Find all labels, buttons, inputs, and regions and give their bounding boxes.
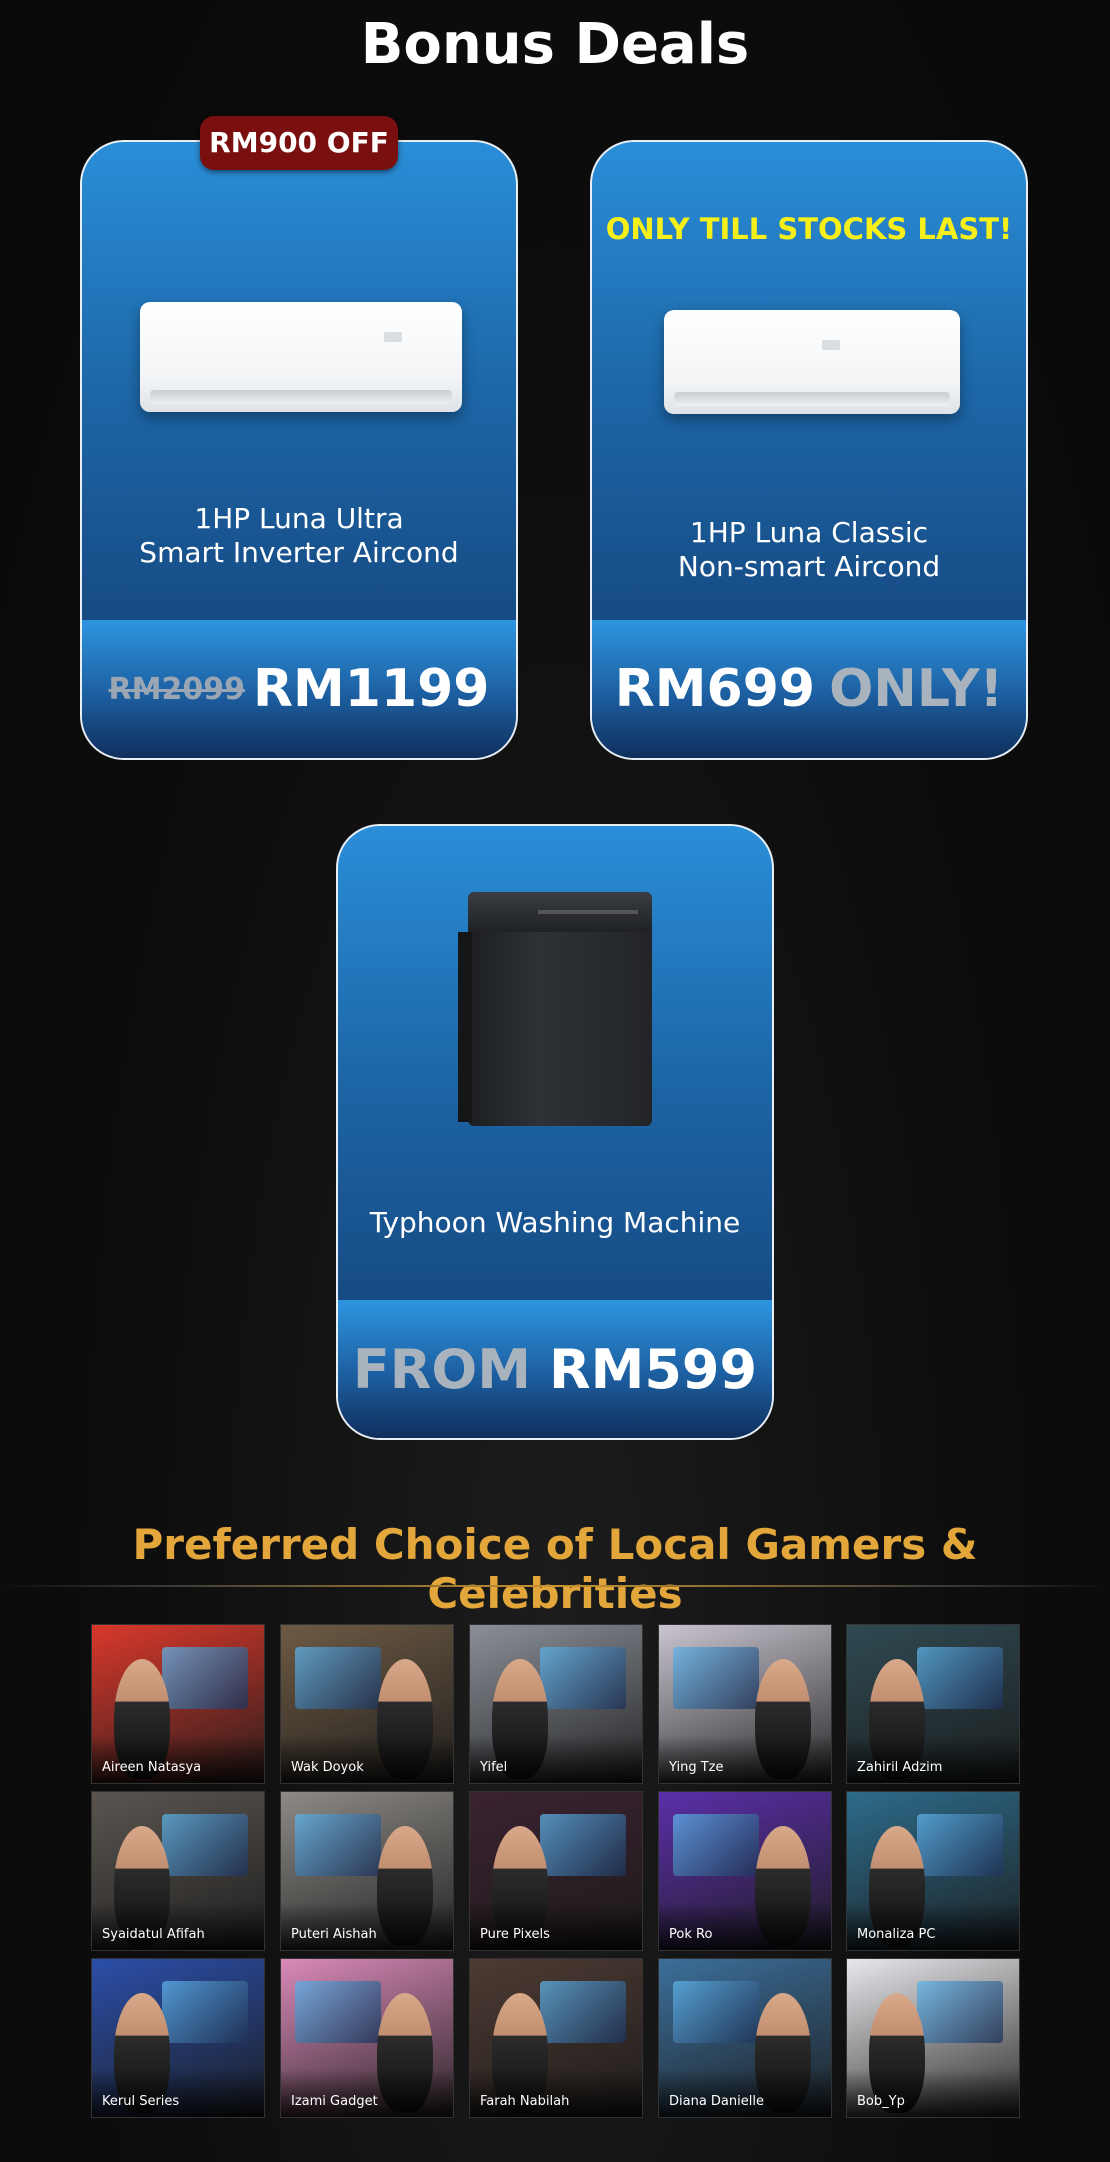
celebrity-name: Kerul Series — [102, 2094, 180, 2109]
section-title: Preferred Choice of Local Gamers & Celeb… — [132, 1520, 978, 1618]
celebrity-name: Farah Nabilah — [480, 2094, 570, 2109]
celebrity-name: Bob_Yp — [857, 2094, 905, 2109]
product-name: 1HP Luna Ultra Smart Inverter Aircond — [139, 502, 459, 569]
celebrity-tile[interactable]: Diana Danielle — [658, 1958, 832, 2118]
celebrity-name: Pure Pixels — [480, 1927, 550, 1942]
celebrity-tile[interactable]: Zahiril Adzim — [846, 1624, 1020, 1784]
monitor-image — [673, 1981, 759, 2043]
price: RM699 — [614, 659, 816, 719]
monitor-image — [295, 1647, 381, 1709]
celebrity-tile[interactable]: Ying Tze — [658, 1624, 832, 1784]
price-band: FROM RM599 — [338, 1300, 772, 1438]
celebrity-name: Yifel — [480, 1760, 508, 1775]
label-shade — [470, 1735, 642, 1783]
product-name: 1HP Luna Classic Non-smart Aircond — [677, 516, 941, 583]
label-shade — [92, 1902, 264, 1950]
label-shade — [659, 1735, 831, 1783]
monitor-image — [917, 1814, 1003, 1876]
celebrity-name: Wak Doyok — [291, 1760, 364, 1775]
label-shade — [281, 2069, 453, 2117]
celebrity-name: Aireen Natasya — [102, 1760, 202, 1775]
monitor-image — [162, 1981, 248, 2043]
label-shade — [470, 1902, 642, 1950]
celebrity-tile[interactable]: Puteri Aishah — [280, 1791, 454, 1951]
celebrity-tile[interactable]: Syaidatul Afifah — [91, 1791, 265, 1951]
celebrity-tile[interactable]: Wak Doyok — [280, 1624, 454, 1784]
stock-ribbon: ONLY TILL STOCKS LAST! — [605, 212, 1013, 246]
label-shade — [470, 2069, 642, 2117]
monitor-image — [540, 1647, 626, 1709]
monitor-image — [673, 1647, 759, 1709]
label-shade — [92, 1735, 264, 1783]
monitor-image — [917, 1981, 1003, 2043]
deal-card-luna-ultra[interactable]: 1HP Luna Ultra Smart Inverter Aircond RM… — [80, 140, 518, 760]
monitor-image — [917, 1647, 1003, 1709]
celebrity-tile[interactable]: Izami Gadget — [280, 1958, 454, 2118]
celebrity-name: Syaidatul Afifah — [102, 1927, 205, 1942]
divider — [0, 1585, 1110, 1587]
label-shade — [281, 1735, 453, 1783]
label-shade — [281, 1902, 453, 1950]
celebrity-tile[interactable]: Aireen Natasya — [91, 1624, 265, 1784]
label-shade — [847, 1902, 1019, 1950]
monitor-image — [162, 1814, 248, 1876]
discount-badge: RM900 OFF — [200, 116, 398, 170]
aircond-image — [140, 302, 462, 412]
celebrity-tile[interactable]: Bob_Yp — [846, 1958, 1020, 2118]
celebrity-name: Monaliza PC — [857, 1927, 936, 1942]
label-shade — [92, 2069, 264, 2117]
celebrity-name: Pok Ro — [669, 1927, 713, 1942]
price-prefix: FROM — [352, 1337, 532, 1401]
product-name: Typhoon Washing Machine — [369, 1206, 741, 1239]
monitor-image — [673, 1814, 759, 1876]
celebrity-tile[interactable]: Farah Nabilah — [469, 1958, 643, 2118]
label-shade — [847, 1735, 1019, 1783]
page-title: Bonus Deals — [360, 12, 750, 77]
price-suffix: ONLY! — [829, 659, 1004, 719]
celebrity-tile[interactable]: Kerul Series — [91, 1958, 265, 2118]
label-shade — [847, 2069, 1019, 2117]
monitor-image — [295, 1981, 381, 2043]
deal-card-typhoon[interactable]: Typhoon Washing Machine FROM RM599 — [336, 824, 774, 1440]
page-background: Bonus Deals 1HP Luna Ultra Smart Inverte… — [0, 0, 1110, 2162]
celebrity-name: Diana Danielle — [669, 2094, 764, 2109]
celebrity-name: Zahiril Adzim — [857, 1760, 943, 1775]
aircond-image — [664, 310, 960, 414]
price: RM1199 — [252, 659, 490, 719]
washing-machine-image — [458, 892, 652, 1132]
price-band: RM2099 RM1199 — [82, 620, 516, 758]
monitor-image — [540, 1814, 626, 1876]
celebrity-tile[interactable]: Monaliza PC — [846, 1791, 1020, 1951]
label-shade — [659, 2069, 831, 2117]
celebrity-name: Puteri Aishah — [291, 1927, 377, 1942]
monitor-image — [540, 1981, 626, 2043]
price-band: RM699 ONLY! — [592, 620, 1026, 758]
celebrity-name: Ying Tze — [669, 1760, 724, 1775]
price: RM599 — [549, 1337, 758, 1401]
monitor-image — [295, 1814, 381, 1876]
celebrity-tile[interactable]: Yifel — [469, 1624, 643, 1784]
deal-card-luna-classic[interactable]: ONLY TILL STOCKS LAST! 1HP Luna Classic … — [590, 140, 1028, 760]
monitor-image — [162, 1647, 248, 1709]
celebrity-tile[interactable]: Pok Ro — [658, 1791, 832, 1951]
celebrity-name: Izami Gadget — [291, 2094, 378, 2109]
celebrity-tile[interactable]: Pure Pixels — [469, 1791, 643, 1951]
old-price: RM2099 — [108, 671, 245, 707]
label-shade — [659, 1902, 831, 1950]
